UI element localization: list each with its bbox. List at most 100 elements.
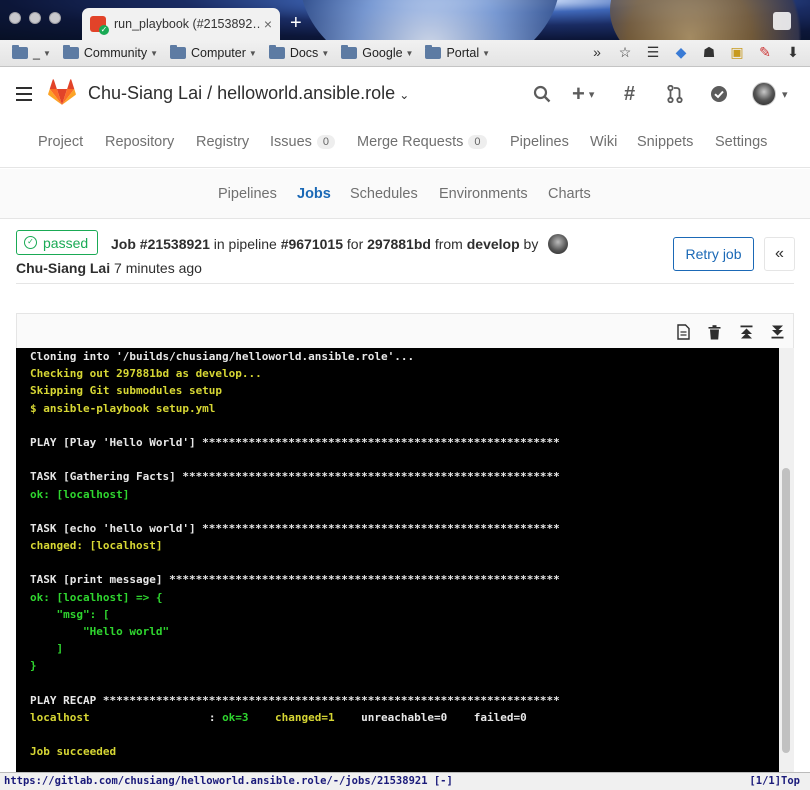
status-url: https://gitlab.com/chusiang/helloworld.a… xyxy=(4,775,453,787)
chevron-down-icon: ▼ xyxy=(321,48,330,58)
nav-wiki[interactable]: Wiki xyxy=(590,134,617,150)
avatar[interactable] xyxy=(548,234,569,254)
browser-toolbar: » ☆ ☰ ◆ ☗ ▣ ✎ ⬇ xyxy=(588,43,802,61)
nav-snippets[interactable]: Snippets xyxy=(637,134,693,150)
profile-window-icon[interactable] xyxy=(773,12,791,30)
job-id: #21538921 xyxy=(139,236,210,252)
pipeline-link[interactable]: #9671015 xyxy=(281,236,343,252)
chevron-down-icon: ▼ xyxy=(405,48,414,58)
bookmark-folder[interactable]: Computer ▼ xyxy=(170,45,257,60)
nav-settings[interactable]: Settings xyxy=(715,134,767,150)
scrollbar-thumb[interactable] xyxy=(782,468,790,753)
bookmark-folder[interactable]: Portal ▼ xyxy=(425,45,490,60)
nav-pipelines[interactable]: Pipelines xyxy=(510,134,569,150)
user-menu[interactable]: ▾ xyxy=(752,82,788,106)
status-badge[interactable]: ✓ passed xyxy=(16,230,99,255)
browser-titlebar: run_playbook (#2153892… × + xyxy=(0,0,810,40)
minimize-window-button[interactable] xyxy=(29,12,41,24)
star-icon[interactable]: ☆ xyxy=(616,43,634,61)
nav-project[interactable]: Project xyxy=(38,134,83,150)
raw-log-icon[interactable] xyxy=(674,323,692,341)
log-segment: ok=3 xyxy=(222,710,276,724)
gitlab-logo-icon[interactable] xyxy=(48,79,76,105)
nav-repository[interactable]: Repository xyxy=(105,134,174,150)
author-link[interactable]: Chu-Siang Lai xyxy=(16,260,110,276)
merge-request-icon[interactable] xyxy=(667,83,683,105)
log-line: $ ansible-playbook setup.yml xyxy=(30,401,216,415)
chevron-down-icon: ▾ xyxy=(782,88,788,101)
close-window-button[interactable] xyxy=(9,12,21,24)
subnav-environments[interactable]: Environments xyxy=(439,186,528,202)
build-log: Cloning into '/builds/chusiang/helloworl… xyxy=(16,348,779,772)
log-line: Checking out 297881bd as develop... xyxy=(30,367,262,381)
zoom-window-button[interactable] xyxy=(49,12,61,24)
bookmarks-bar: _ ▼ Community ▼ Computer ▼ Docs ▼ Google ▼ Po… xyxy=(0,40,810,67)
pdf-icon[interactable]: ✎ xyxy=(756,43,774,61)
subnav-jobs[interactable]: Jobs xyxy=(297,186,331,202)
nav-issues-label: Issues xyxy=(270,134,312,150)
subnav-schedules[interactable]: Schedules xyxy=(350,186,418,202)
project-title-text: Chu-Siang Lai / helloworld.ansible.role xyxy=(88,83,396,103)
log-line: Skipping Git submodules setup xyxy=(30,384,223,398)
trash-icon[interactable] xyxy=(705,323,723,341)
job-time: 7 minutes ago xyxy=(114,260,202,276)
hamburger-menu-icon[interactable] xyxy=(16,87,32,105)
pin-icon[interactable]: ◆ xyxy=(672,43,690,61)
project-nav: Project Repository Registry Issues 0 Merg… xyxy=(0,120,810,168)
reader-icon[interactable]: ☰ xyxy=(644,43,662,61)
log-toolbar xyxy=(16,313,794,348)
evernote-icon[interactable]: ☗ xyxy=(700,43,718,61)
job-text: from xyxy=(434,236,463,252)
new-item-button[interactable]: + ▾ xyxy=(572,81,594,106)
notes-icon[interactable]: ▣ xyxy=(728,43,746,61)
project-title[interactable]: Chu-Siang Lai / helloworld.ansible.role ⌄ xyxy=(88,83,409,104)
todo-check-icon[interactable] xyxy=(710,83,728,105)
plus-icon: + xyxy=(572,81,585,106)
tab-close-icon[interactable]: × xyxy=(264,16,272,32)
scroll-to-bottom-icon[interactable] xyxy=(768,323,786,341)
log-segment: localhost xyxy=(30,710,209,724)
toggle-sidebar-button[interactable]: « xyxy=(764,237,795,271)
retry-job-button[interactable]: Retry job xyxy=(673,237,754,271)
job-text: in pipeline xyxy=(213,236,277,252)
folder-icon xyxy=(12,45,28,59)
chevron-down-icon: ▼ xyxy=(42,48,51,58)
subnav-pipelines[interactable]: Pipelines xyxy=(218,186,277,202)
log-line: changed: [localhost] xyxy=(30,539,163,553)
bookmark-folder[interactable]: Docs ▼ xyxy=(268,45,330,60)
log-scrollbar[interactable] xyxy=(779,348,794,772)
bookmark-folder[interactable]: Google ▼ xyxy=(341,45,414,60)
subnav-charts[interactable]: Charts xyxy=(548,186,591,202)
nav-issues[interactable]: Issues 0 xyxy=(270,134,336,150)
bookmark-label: Docs xyxy=(289,46,319,60)
bookmark-label: Community xyxy=(83,46,148,60)
bookmarks-overflow-button[interactable]: » xyxy=(588,43,606,61)
download-icon[interactable]: ⬇ xyxy=(784,43,802,61)
avatar xyxy=(752,82,776,106)
nav-merge-requests[interactable]: Merge Requests 0 xyxy=(357,134,487,150)
bookmark-folder[interactable]: Community ▼ xyxy=(62,45,158,60)
bookmark-label: Computer xyxy=(191,46,246,60)
log-line: ok: [localhost] => { xyxy=(30,590,163,604)
bookmark-label: Google xyxy=(362,46,403,60)
job-author-line: Chu-Siang Lai 7 minutes ago xyxy=(16,260,202,276)
browser-tab[interactable]: run_playbook (#2153892… × xyxy=(82,8,280,40)
search-icon[interactable] xyxy=(533,83,551,105)
new-tab-button[interactable]: + xyxy=(290,13,302,33)
commit-link[interactable]: 297881bd xyxy=(367,236,431,252)
log-line: TASK [Gathering Facts] *****************… xyxy=(30,470,560,484)
scroll-to-top-icon[interactable] xyxy=(737,323,755,341)
status-text: passed xyxy=(43,234,89,251)
bookmark-folder[interactable]: _ ▼ xyxy=(12,45,51,60)
branch-link[interactable]: develop xyxy=(467,236,520,252)
nav-registry[interactable]: Registry xyxy=(196,134,249,150)
log-segment: : xyxy=(208,710,223,724)
issues-count-badge: 0 xyxy=(316,135,336,149)
log-line: ok: [localhost] xyxy=(30,487,130,501)
log-line: PLAY RECAP *****************************… xyxy=(30,693,560,707)
gitlab-favicon-icon xyxy=(90,16,109,35)
hash-icon[interactable]: # xyxy=(624,83,635,105)
